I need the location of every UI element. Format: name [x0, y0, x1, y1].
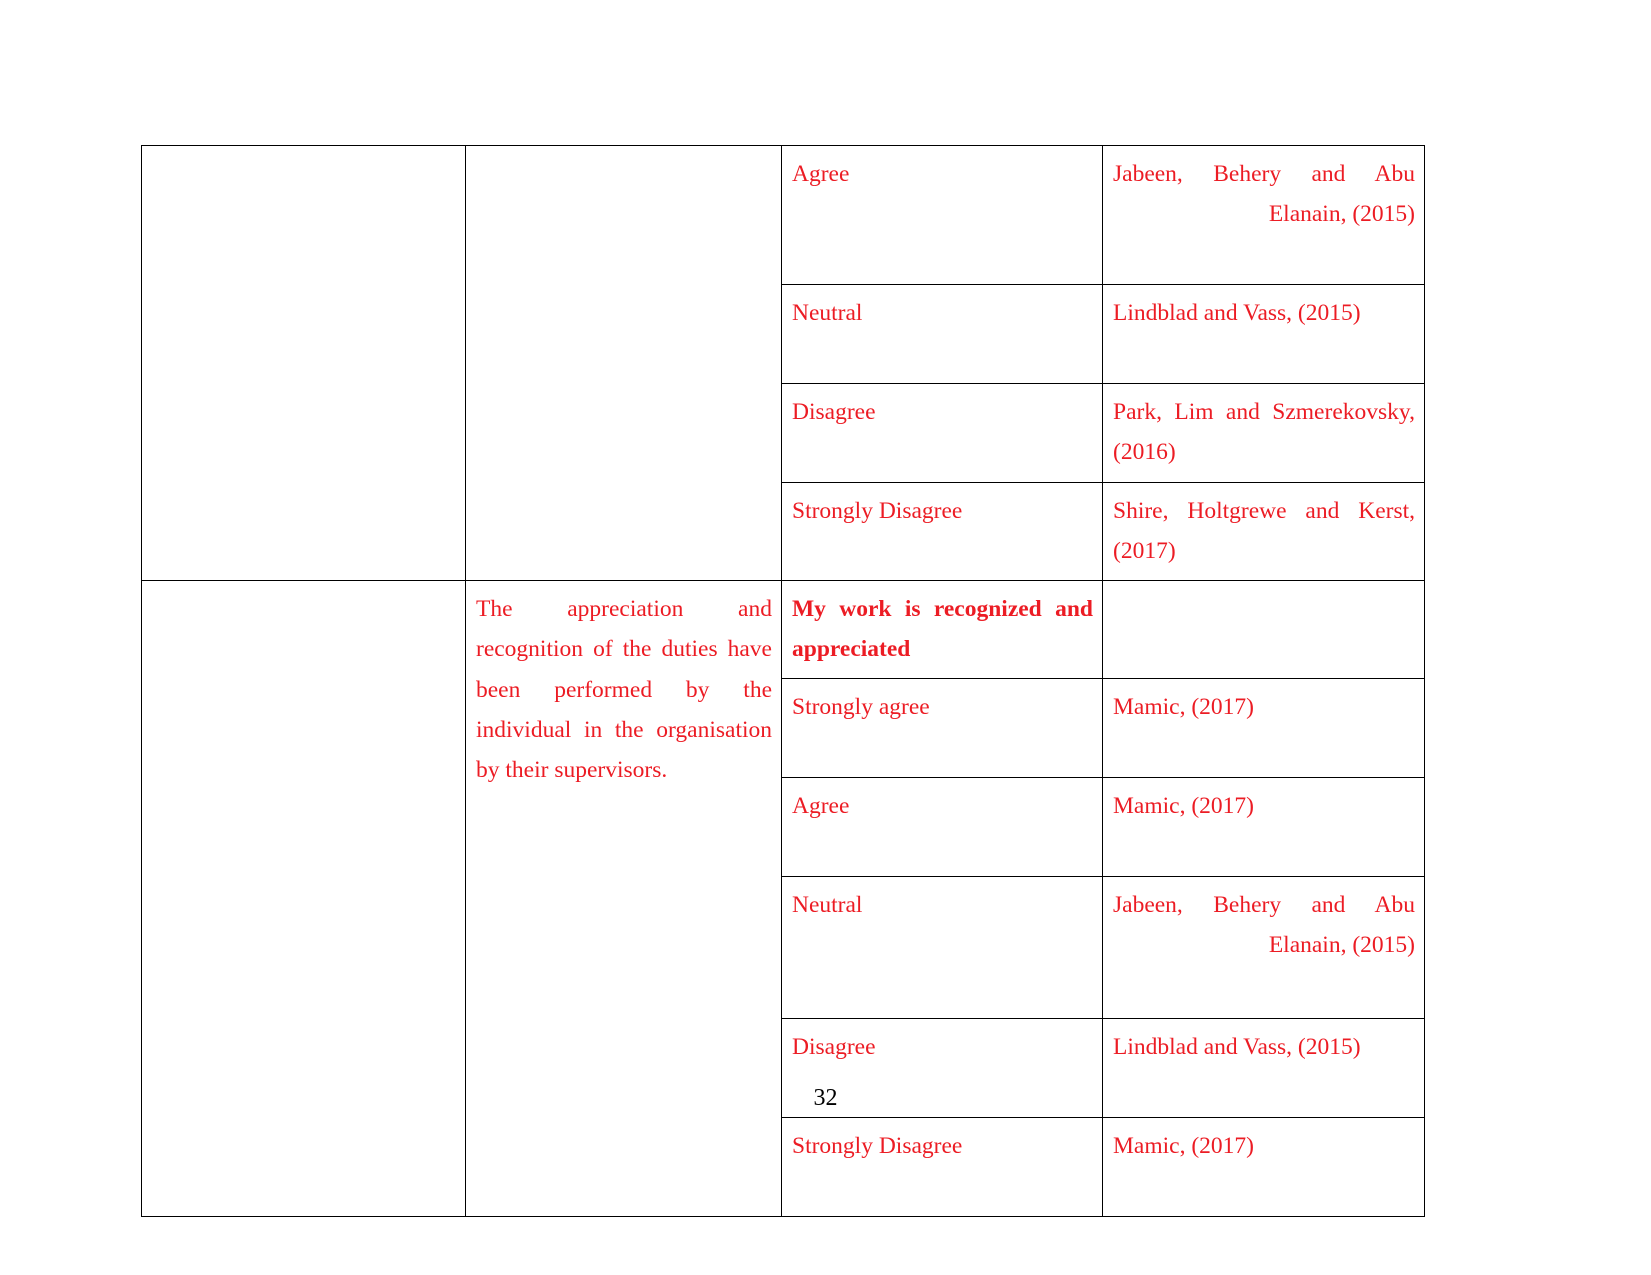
source-citation: Jabeen, Behery and Abu Elanain, (2015) [1113, 161, 1415, 228]
source-cell: Park, Lim and Szmerekovsky, (2016) [1102, 383, 1425, 483]
page-number: 32 [813, 1085, 838, 1111]
source-cell: Mamic, (2017) [1102, 1116, 1425, 1217]
scale-option-label: Disagree [792, 399, 876, 425]
document-page: Agree Jabeen, Behery and Abu Elanain, (2… [0, 0, 1651, 1275]
table-row: The appreciation and recognition of the … [141, 579, 1425, 1217]
scale-option-cell: Neutral [781, 875, 1103, 1019]
scale-statement-cell: My work is recognized and appreciated [781, 579, 1103, 679]
scale-option-label: Strongly agree [792, 693, 930, 720]
scale-option-cell: Strongly Disagree [781, 482, 1103, 581]
source-citation: Mamic, (2017) [1113, 693, 1254, 720]
source-cell: Shire, Holtgrewe and Kerst, (2017) [1102, 482, 1425, 581]
description-text: The appreciation and recognition of the … [476, 595, 772, 784]
scale-option-cell: Strongly agree [781, 677, 1103, 778]
source-cell: Lindblad and Vass, (2015) [1102, 284, 1425, 384]
source-cell: Mamic, (2017) [1102, 776, 1425, 877]
scale-option-cell: Agree [781, 145, 1103, 285]
source-citation: Mamic, (2017) [1113, 792, 1254, 819]
description-cell-empty-top [465, 145, 782, 581]
scale-option-cell: Neutral [781, 284, 1103, 384]
source-citation: Jabeen, Behery and Abu Elanain, (2015) [1113, 891, 1415, 959]
literature-review-table: Agree Jabeen, Behery and Abu Elanain, (2… [141, 145, 1425, 1217]
source-cell: Jabeen, Behery and Abu Elanain, (2015) [1102, 875, 1425, 1019]
source-cell-empty [1102, 579, 1425, 679]
scale-option-label: Disagree [792, 1033, 876, 1060]
scale-statement-label: My work is recognized and appreciated [792, 595, 1093, 663]
scale-option-cell: Strongly Disagree [781, 1116, 1103, 1217]
theme-cell-empty-bottom [141, 579, 466, 1217]
table-row: Agree Jabeen, Behery and Abu Elanain, (2… [141, 145, 1425, 581]
scale-option-label: Neutral [792, 300, 863, 326]
scale-option-label: Strongly Disagree [792, 1132, 963, 1159]
source-citation: Lindblad and Vass, (2015) [1113, 1033, 1361, 1060]
scale-option-cell: Agree [781, 776, 1103, 877]
scale-option-label: Neutral [792, 891, 863, 918]
source-citation: Mamic, (2017) [1113, 1132, 1254, 1159]
source-citation: Lindblad and Vass, (2015) [1113, 300, 1361, 326]
scale-option-cell: Disagree [781, 383, 1103, 483]
source-cell: Jabeen, Behery and Abu Elanain, (2015) [1102, 145, 1425, 285]
scale-option-label: Agree [792, 792, 850, 819]
source-citation: Shire, Holtgrewe and Kerst, (2017) [1113, 498, 1415, 565]
source-cell: Mamic, (2017) [1102, 677, 1425, 778]
scale-option-label: Strongly Disagree [792, 498, 963, 524]
scale-option-label: Agree [792, 161, 850, 187]
source-citation: Park, Lim and Szmerekovsky, (2016) [1113, 399, 1415, 466]
theme-cell-empty-top [141, 145, 466, 581]
description-cell: The appreciation and recognition of the … [465, 579, 782, 1217]
